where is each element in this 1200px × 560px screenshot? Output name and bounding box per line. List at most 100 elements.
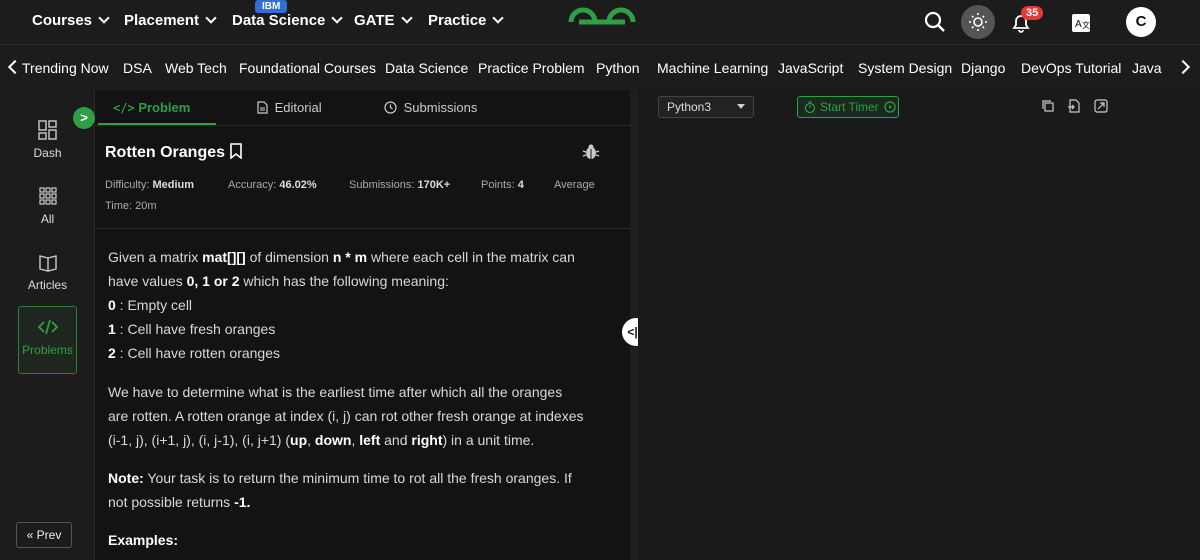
problem-title-text: Rotten Oranges [105, 144, 226, 161]
subnav-django[interactable]: Django [961, 60, 1005, 76]
subnav-web-tech[interactable]: Web Tech [165, 60, 227, 76]
bug-report-icon[interactable] [582, 143, 600, 161]
nav-practice-label: Practice [428, 12, 487, 29]
text-bold: Examples: [108, 532, 179, 548]
subnav-machine-learning[interactable]: Machine Learning [657, 60, 768, 76]
bookmark-icon[interactable] [229, 143, 243, 160]
subnav-java[interactable]: Java [1132, 60, 1162, 76]
start-timer-button[interactable]: Start Timer [797, 96, 899, 118]
sun-icon [969, 13, 987, 31]
copy-icon[interactable] [1041, 99, 1055, 113]
sidebar-item-articles[interactable]: Articles [18, 242, 77, 310]
grid-icon [38, 187, 57, 205]
description-line: not possible returns -1. [108, 490, 618, 514]
chevron-left-icon[interactable] [7, 59, 23, 75]
subnav-devops-tutorial[interactable]: DevOps Tutorial [1021, 60, 1121, 76]
text: which has the following meaning: [239, 273, 449, 289]
points: Points: 4 [481, 179, 524, 191]
difficulty: Difficulty: Medium [105, 179, 194, 191]
notification-badge: 35 [1021, 6, 1044, 20]
chevron-right-icon: > [80, 110, 88, 125]
nav-gate[interactable]: GATE [354, 12, 413, 29]
text: have values [108, 273, 187, 289]
meta-label: Difficulty: [105, 179, 150, 191]
code-icon: </> [113, 101, 135, 115]
nav-placement[interactable]: Placement [124, 12, 217, 29]
theme-toggle-button[interactable] [961, 5, 995, 39]
text: Given a matrix [108, 249, 203, 265]
prev-button[interactable]: « Prev [16, 522, 72, 548]
text-bold: up [290, 432, 308, 448]
description-line: Given a matrix mat[][] of dimension n * … [108, 245, 618, 269]
text: , [307, 432, 315, 448]
nav-courses[interactable]: Courses [32, 12, 110, 29]
text: and [380, 432, 412, 448]
problem-description-2: We have to determine what is the earlies… [108, 380, 618, 452]
chevron-down-icon [331, 12, 344, 24]
meta-value: 4 [517, 179, 524, 191]
import-file-icon[interactable] [1067, 99, 1081, 113]
average-time-label: Average [554, 179, 595, 191]
value-meaning-1: 1 : Cell have fresh oranges [108, 317, 618, 341]
fullscreen-expand-icon[interactable] [1094, 99, 1108, 113]
problem-description: Given a matrix mat[][] of dimension n * … [108, 245, 618, 365]
text: ) in a unit time. [442, 432, 535, 448]
meta-label: Points: [481, 179, 515, 191]
nav-data-science[interactable]: Data Science [232, 12, 344, 29]
text-bold: Note: [108, 470, 144, 486]
tab-editorial[interactable]: Editorial [257, 100, 322, 115]
tab-submissions[interactable]: Submissions [384, 100, 477, 115]
sidebar-item-problems[interactable]: Problems [18, 306, 77, 374]
subnav-javascript[interactable]: JavaScript [778, 60, 843, 76]
text-bold: n * m [332, 249, 368, 265]
stopwatch-icon [804, 101, 816, 113]
text: where each cell in the matrix can [367, 249, 575, 265]
avatar[interactable]: C [1126, 7, 1156, 37]
subnav-system-design[interactable]: System Design [858, 60, 952, 76]
code-editor-panel: Python3 Start Timer [638, 90, 1200, 560]
translate-icon[interactable]: A 文 [1071, 13, 1091, 33]
code-icon [37, 319, 58, 335]
active-tab-indicator [98, 123, 216, 125]
text-bold: left [359, 432, 381, 448]
subnav-dsa[interactable]: DSA [123, 60, 152, 76]
meta-value: 46.02% [279, 179, 317, 191]
divider [95, 228, 630, 229]
problem-note: Note: Your task is to return the minimum… [108, 466, 618, 514]
text: of dimension [245, 249, 333, 265]
language-select[interactable]: Python3 [658, 96, 754, 118]
tab-label: Submissions [403, 100, 478, 115]
tab-problem[interactable]: </> Problem [113, 100, 190, 115]
submissions-count: Submissions: 170K+ [349, 179, 450, 191]
chevron-right-icon[interactable] [1175, 59, 1191, 75]
time-limit: Time: 20m [105, 200, 157, 212]
left-sidebar: Dash All Articles Problems [0, 90, 95, 560]
chevron-down-icon [205, 12, 217, 24]
chevron-down-icon [492, 12, 505, 24]
text-bold: 0, 1 or 2 [186, 273, 240, 289]
expand-sidebar-button[interactable]: > [73, 107, 95, 129]
search-icon[interactable] [924, 11, 946, 33]
description-line: are rotten. A rotten orange at index (i,… [108, 408, 584, 424]
subnav-practice-problem[interactable]: Practice Problem [478, 60, 585, 76]
text-bold: 1 [108, 321, 116, 337]
nav-gate-label: GATE [354, 12, 395, 29]
editor-toolbar: Python3 Start Timer [638, 90, 1200, 122]
text-bold: right [411, 432, 443, 448]
subnav-foundational-courses[interactable]: Foundational Courses [239, 60, 376, 76]
sidebar-item-label: Problems [22, 343, 73, 357]
nav-practice[interactable]: Practice [428, 12, 505, 29]
subnav-python[interactable]: Python [596, 60, 640, 76]
subnav-data-science[interactable]: Data Science [385, 60, 468, 76]
nav-placement-label: Placement [124, 12, 200, 29]
text-bold: -1. [234, 494, 251, 510]
value-meaning-0: 0 : Empty cell [108, 293, 618, 317]
document-icon [257, 101, 268, 114]
sidebar-item-dash[interactable]: Dash [18, 110, 77, 178]
sidebar-item-all[interactable]: All [18, 176, 77, 244]
sidebar-item-label: Dash [33, 146, 62, 160]
subnav-trending-now[interactable]: Trending Now [22, 60, 109, 76]
problem-panel: </> Problem Editorial Submissions > Rott… [73, 90, 630, 560]
gfg-logo[interactable] [567, 5, 637, 39]
svg-text:A: A [1075, 19, 1082, 30]
